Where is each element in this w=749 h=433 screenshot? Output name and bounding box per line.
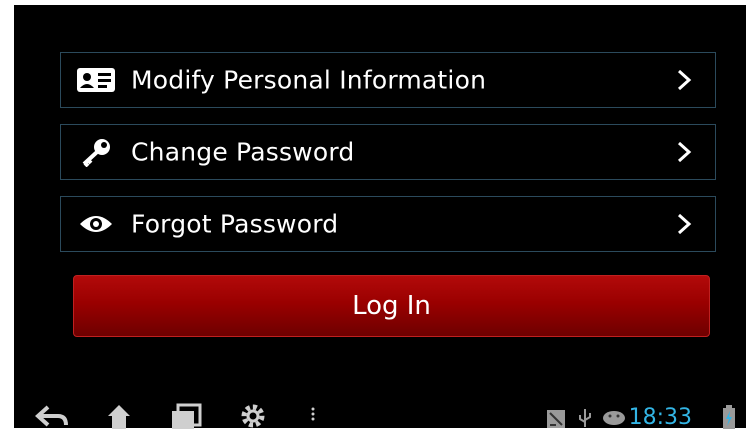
screenshot-notification-icon <box>546 409 566 433</box>
back-icon[interactable] <box>34 403 70 433</box>
change-password-row[interactable]: Change Password <box>60 124 716 180</box>
system-bar: 18:33 <box>14 395 746 430</box>
menu-dots-icon[interactable] <box>310 403 316 427</box>
chevron-right-icon <box>675 140 693 164</box>
forgot-password-row[interactable]: Forgot Password <box>60 196 716 252</box>
chevron-right-icon <box>675 68 693 92</box>
android-debug-icon <box>602 409 626 429</box>
forgot-password-label: Forgot Password <box>131 209 339 239</box>
settings-icon[interactable] <box>240 403 266 433</box>
chevron-right-icon <box>675 212 693 236</box>
home-icon[interactable] <box>106 403 132 433</box>
change-password-label: Change Password <box>131 137 355 167</box>
status-clock: 18:33 <box>628 405 692 430</box>
recent-apps-icon[interactable] <box>170 403 202 433</box>
modify-personal-info-label: Modify Personal Information <box>131 65 487 95</box>
app-screen: Modify Personal Information Change Passw… <box>14 5 746 430</box>
id-card-icon <box>76 65 116 95</box>
battery-icon <box>722 405 736 433</box>
usb-icon <box>577 407 593 433</box>
modify-personal-info-row[interactable]: Modify Personal Information <box>60 52 716 108</box>
eye-icon <box>76 209 116 239</box>
login-button[interactable]: Log In <box>73 275 710 337</box>
key-icon <box>76 137 116 167</box>
